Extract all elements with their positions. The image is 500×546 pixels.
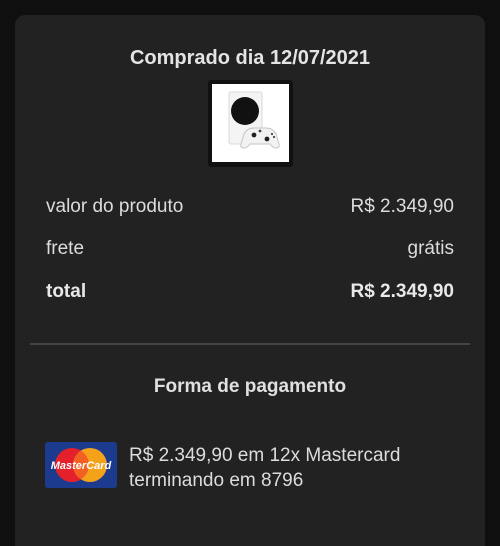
payment-installments-text: R$ 2.349,90 em 12x Mastercard bbox=[129, 445, 401, 466]
shipping-label: frete bbox=[46, 238, 85, 259]
product-value-row: valor do produto R$ 2.349,90 bbox=[46, 196, 454, 218]
payment-description: R$ 2.349,90 em 12x Mastercard terminando… bbox=[129, 443, 400, 493]
shipping-value: grátis bbox=[407, 238, 454, 259]
product-thumbnail[interactable] bbox=[208, 80, 293, 167]
shipping-row: frete grátis bbox=[46, 238, 454, 260]
xbox-series-s-console-icon bbox=[228, 91, 280, 149]
mastercard-wordmark: MasterCard bbox=[51, 460, 112, 472]
product-value-amount: R$ 2.349,90 bbox=[350, 196, 454, 217]
mastercard-icon: MasterCard bbox=[45, 442, 117, 488]
total-row: total R$ 2.349,90 bbox=[46, 281, 454, 303]
mastercard-logo-graphic: MasterCard bbox=[45, 442, 117, 488]
total-label: total bbox=[46, 281, 87, 302]
product-value-label: valor do produto bbox=[46, 196, 184, 217]
section-divider bbox=[30, 343, 470, 345]
product-image bbox=[212, 84, 289, 162]
payment-card-ending-text: terminando em 8796 bbox=[129, 470, 304, 491]
purchase-details-card: Comprado dia 12/07/2021 valor do produto… bbox=[15, 15, 485, 546]
total-amount: R$ 2.349,90 bbox=[350, 281, 454, 302]
purchase-date-title: Comprado dia 12/07/2021 bbox=[129, 47, 371, 69]
payment-section-title: Forma de pagamento bbox=[153, 376, 347, 397]
